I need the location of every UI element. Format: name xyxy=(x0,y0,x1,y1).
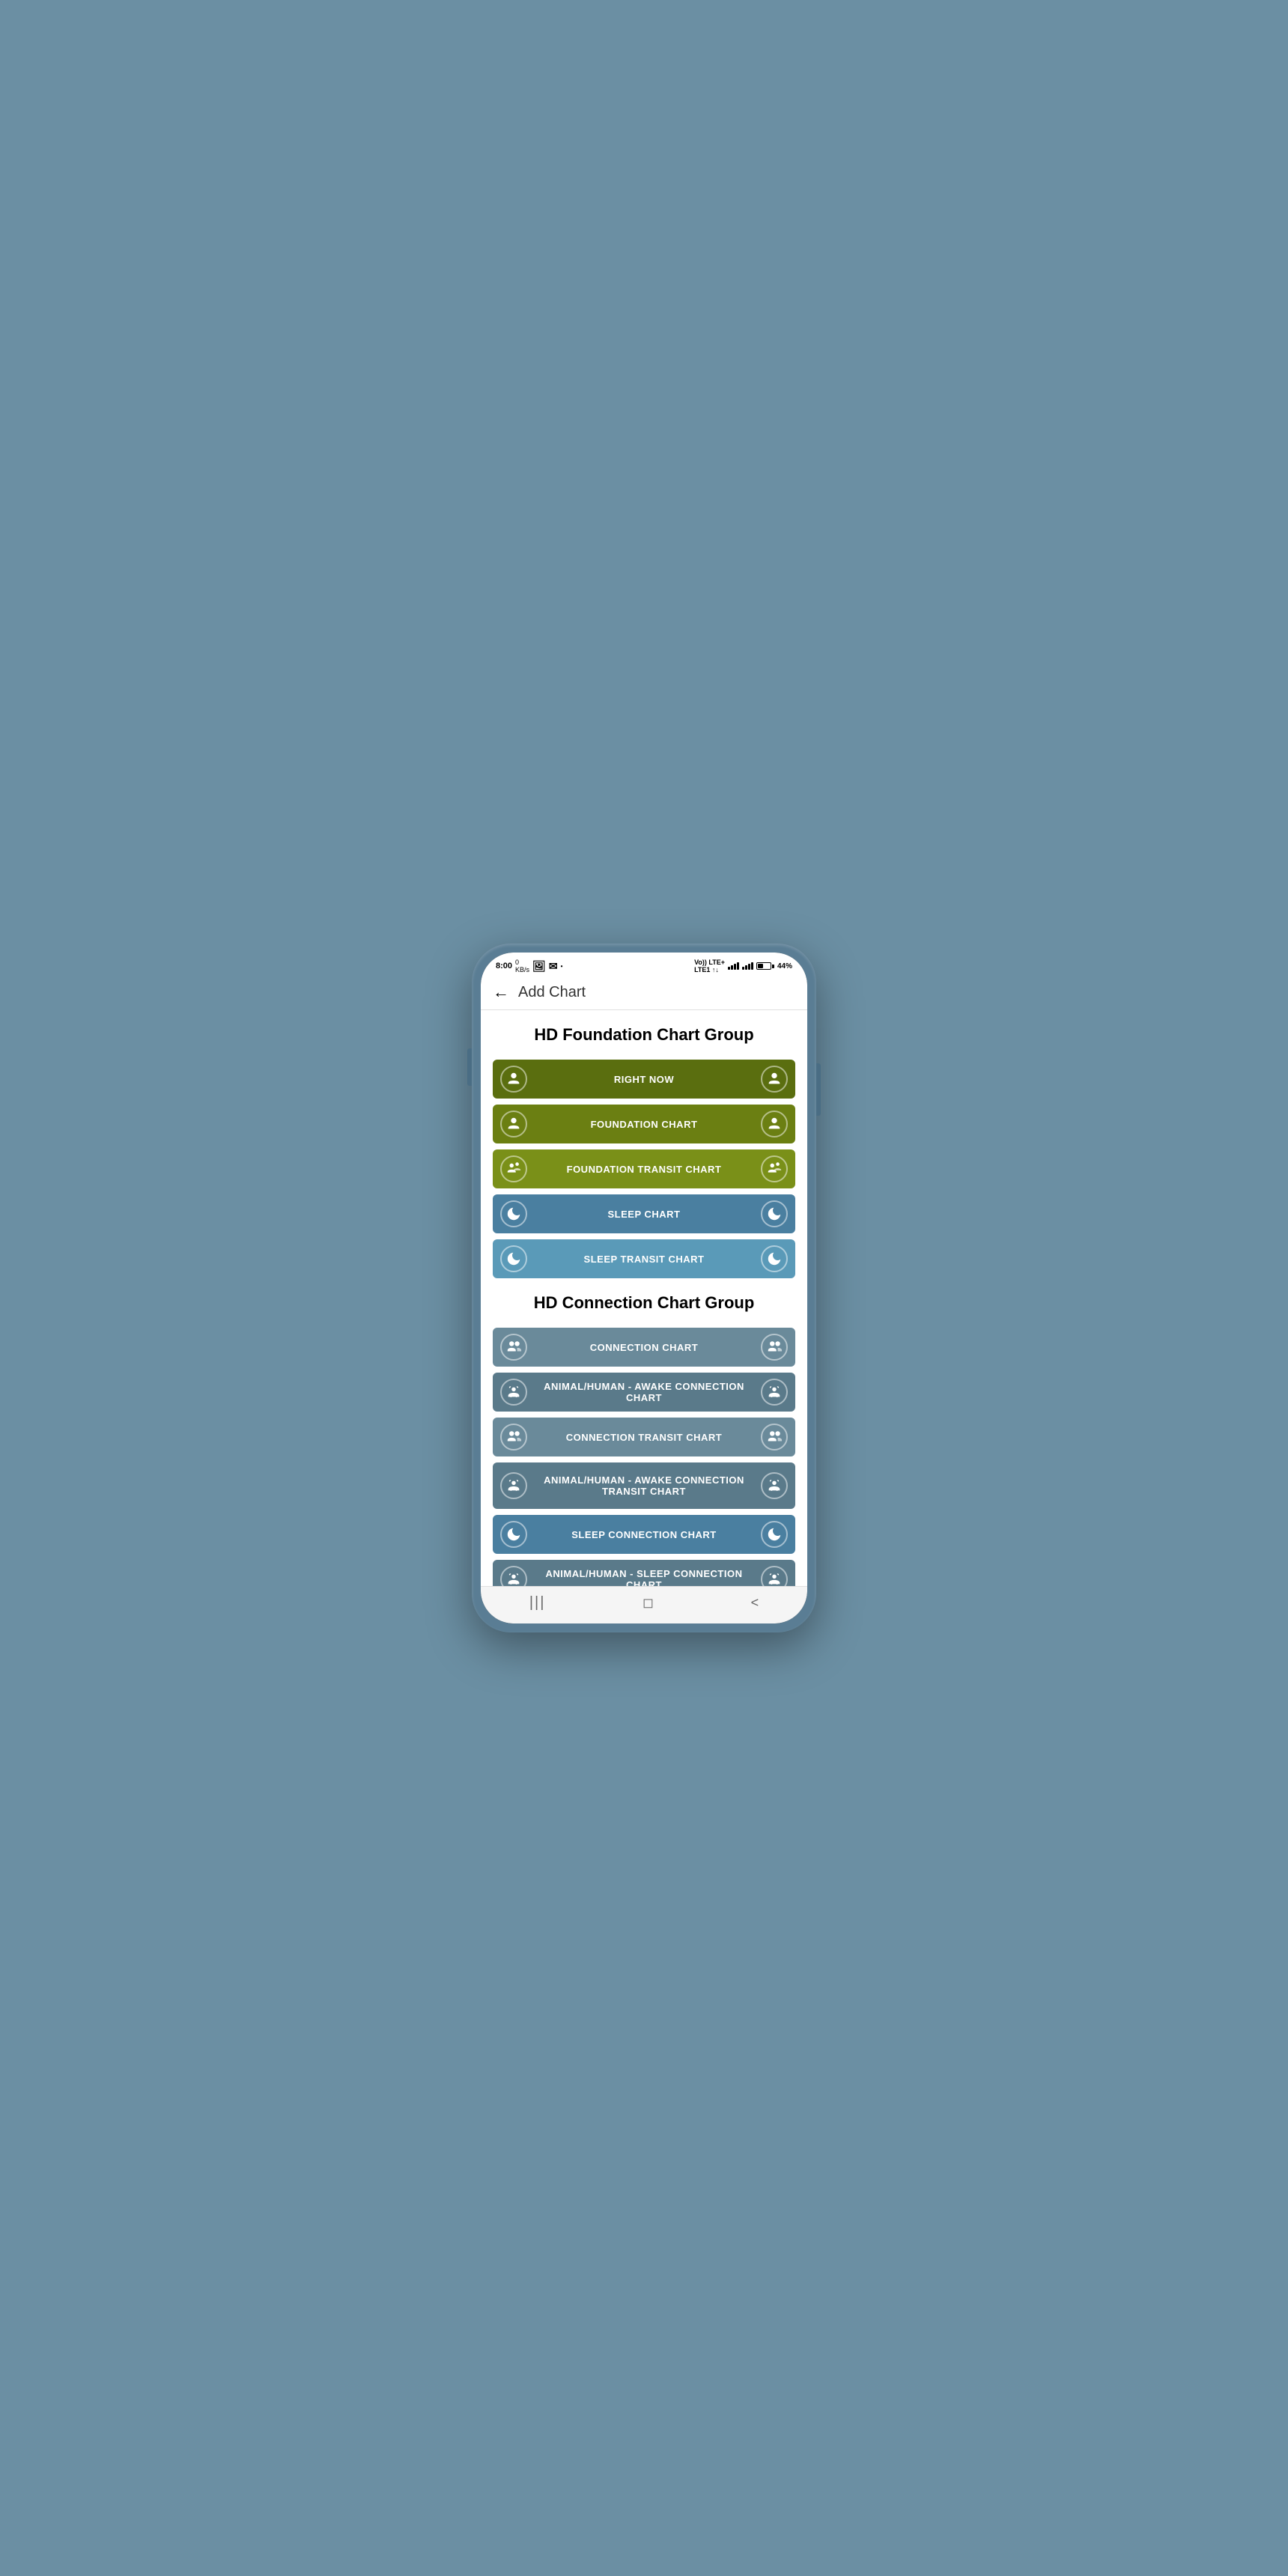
signal-bars xyxy=(728,962,739,970)
connection-transit-label: CONNECTION TRANSIT CHART xyxy=(527,1432,761,1443)
nav-back-icon[interactable]: < xyxy=(751,1595,759,1611)
foundation-transit-label: FOUNDATION TRANSIT CHART xyxy=(527,1164,761,1175)
connection-chart-icon-left xyxy=(500,1334,527,1361)
sleep-transit-icon-left xyxy=(500,1245,527,1272)
animal-awake-transit-button[interactable]: ANIMAL/HUMAN - AWAKE CONNECTION TRANSIT … xyxy=(493,1462,795,1509)
foundation-group-title: HD Foundation Chart Group xyxy=(493,1025,795,1045)
right-now-label: RIGHT NOW xyxy=(527,1074,761,1085)
connection-group-title: HD Connection Chart Group xyxy=(493,1293,795,1313)
foundation-chart-icon-right xyxy=(761,1111,788,1137)
sleep-connection-icon-right xyxy=(761,1521,788,1548)
status-bar: 8:00 0KB/s 🖼 ✉ • Vo)) LTE+LTE1 ↑↓ xyxy=(481,953,807,976)
phone-frame: 8:00 0KB/s 🖼 ✉ • Vo)) LTE+LTE1 ↑↓ xyxy=(472,944,816,1632)
nav-menu-icon[interactable]: ||| xyxy=(529,1594,546,1611)
battery-icon xyxy=(756,962,774,970)
right-now-icon-left xyxy=(500,1066,527,1093)
content-area[interactable]: HD Foundation Chart Group RIGHT NOW xyxy=(481,1010,807,1586)
animal-sleep-icon-right xyxy=(761,1566,788,1586)
animal-sleep-label: ANIMAL/HUMAN - SLEEP CONNECTION CHART xyxy=(527,1568,761,1586)
animal-awake-transit-label: ANIMAL/HUMAN - AWAKE CONNECTION TRANSIT … xyxy=(527,1474,761,1497)
animal-awake-icon-left xyxy=(500,1379,527,1406)
foundation-chart-label: FOUNDATION CHART xyxy=(527,1119,761,1130)
back-button[interactable]: ← xyxy=(493,982,509,1002)
animal-awake-connection-button[interactable]: ANIMAL/HUMAN - AWAKE CONNECTION CHART xyxy=(493,1373,795,1412)
connection-transit-button[interactable]: CONNECTION TRANSIT CHART xyxy=(493,1418,795,1456)
nav-home-icon[interactable]: ◻ xyxy=(643,1595,654,1611)
sleep-transit-chart-button[interactable]: SLEEP TRANSIT CHART xyxy=(493,1239,795,1278)
animal-sleep-icon-left xyxy=(500,1566,527,1586)
sleep-connection-label: SLEEP CONNECTION CHART xyxy=(527,1529,761,1540)
sleep-chart-icon-right xyxy=(761,1200,788,1227)
sleep-chart-label: SLEEP CHART xyxy=(527,1209,761,1220)
sleep-connection-icon-left xyxy=(500,1521,527,1548)
connection-chart-label: CONNECTION CHART xyxy=(527,1342,761,1353)
foundation-transit-chart-button[interactable]: FOUNDATION TRANSIT CHART xyxy=(493,1149,795,1188)
connection-transit-icon-left xyxy=(500,1424,527,1450)
sleep-connection-chart-button[interactable]: SLEEP CONNECTION CHART xyxy=(493,1515,795,1554)
right-now-button[interactable]: RIGHT NOW xyxy=(493,1060,795,1099)
sleep-transit-label: SLEEP TRANSIT CHART xyxy=(527,1254,761,1265)
top-bar: ← Add Chart xyxy=(481,976,807,1010)
animal-awake-transit-icon-right xyxy=(761,1472,788,1499)
animal-awake-label: ANIMAL/HUMAN - AWAKE CONNECTION CHART xyxy=(527,1381,761,1403)
signal-bars-2 xyxy=(742,962,753,970)
sleep-transit-icon-right xyxy=(761,1245,788,1272)
connection-chart-icon-right xyxy=(761,1334,788,1361)
foundation-group: HD Foundation Chart Group RIGHT NOW xyxy=(493,1025,795,1278)
sleep-chart-button[interactable]: SLEEP CHART xyxy=(493,1194,795,1233)
sleep-chart-icon-left xyxy=(500,1200,527,1227)
status-right: Vo)) LTE+LTE1 ↑↓ xyxy=(694,959,792,973)
foundation-transit-icon-left xyxy=(500,1155,527,1182)
foundation-chart-icon-left xyxy=(500,1111,527,1137)
bottom-nav: ||| ◻ < xyxy=(481,1586,807,1623)
foundation-chart-button[interactable]: FOUNDATION CHART xyxy=(493,1105,795,1143)
phone-inner: 8:00 0KB/s 🖼 ✉ • Vo)) LTE+LTE1 ↑↓ xyxy=(481,953,807,1623)
animal-awake-icon-right xyxy=(761,1379,788,1406)
page-title: Add Chart xyxy=(518,984,586,1001)
animal-awake-transit-icon-left xyxy=(500,1472,527,1499)
status-time: 8:00 0KB/s 🖼 ✉ • xyxy=(496,959,562,973)
right-now-icon-right xyxy=(761,1066,788,1093)
animal-sleep-connection-button[interactable]: ANIMAL/HUMAN - SLEEP CONNECTION CHART xyxy=(493,1560,795,1586)
connection-group: HD Connection Chart Group CONNECTION CHA… xyxy=(493,1293,795,1586)
connection-transit-icon-right xyxy=(761,1424,788,1450)
connection-chart-button[interactable]: CONNECTION CHART xyxy=(493,1328,795,1367)
screen: 8:00 0KB/s 🖼 ✉ • Vo)) LTE+LTE1 ↑↓ xyxy=(481,953,807,1623)
foundation-transit-icon-right xyxy=(761,1155,788,1182)
